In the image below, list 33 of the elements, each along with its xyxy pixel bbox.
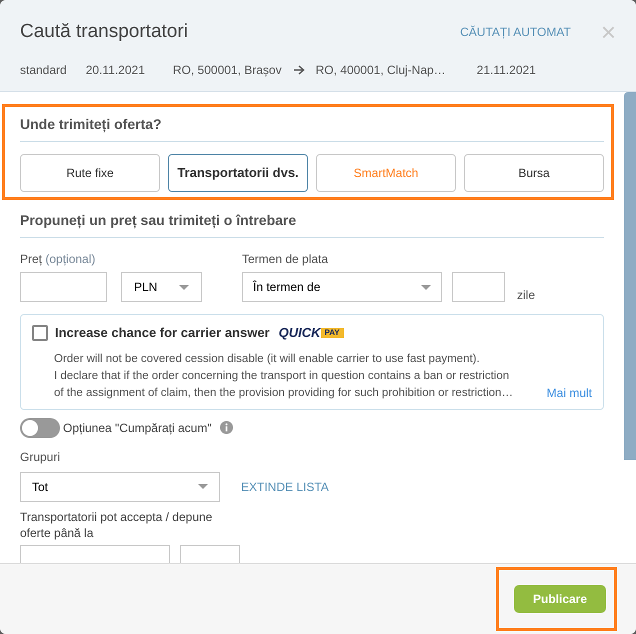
price-label: Preț (opțional) [20,251,96,268]
info-icon [220,421,233,434]
toggle-label: Opțiunea "Cumpărați acum" [63,420,212,436]
scrollbar[interactable] [624,92,636,460]
pickup-date: 20.11.2021 [86,62,145,78]
shipment-type: standard [20,62,67,78]
section-heading: Propuneți un preț sau trimiteți o întrebare [20,210,604,238]
currency-select[interactable]: PLN [121,272,202,302]
destination-tab[interactable]: Transportatorii dvs. [168,154,308,192]
payment-term-label: Termen de plata [242,251,330,268]
days-field[interactable] [452,272,505,302]
destination-address: RO, 400001, Cluj-Nap… [316,62,446,78]
checkbox[interactable] [32,324,48,341]
quickpay-logo: QUICK PAY [278,323,344,342]
price-field[interactable] [20,272,107,302]
arrow-right-icon [292,64,305,74]
deadline-label: Transportatorii pot accepta / depune oferte până la [20,508,214,540]
caret-icon [198,484,208,489]
destination-tab[interactable]: Rute fixe [20,154,160,192]
caret-icon [421,284,431,290]
toggle-switch[interactable] [20,418,60,438]
groups-label: Grupuri [20,448,62,466]
checkbox-label: Increase chance for carrier answer [55,324,270,342]
delivery-date: 21.11.2021 [476,62,536,78]
section-heading: Unde trimiteți oferta? [20,114,604,142]
caret-icon [179,284,189,290]
payment-term-select[interactable]: În termen de [242,272,442,302]
dialog-title: Caută transportatori [20,20,188,44]
destination-tab[interactable]: Bursa [464,154,604,192]
quickpay-description: Order will not be covered cession disable (it will enable carrier to use fast payment). I declare that if the order concerning the transport in question contains a ban or restriction of the assignment of claim, then the provision providing for such prohibition or restriction… [54,352,514,400]
days-unit: zile [517,287,536,304]
groups-select[interactable]: Tot [20,472,220,502]
origin-address: RO, 500001, Brașov [172,62,282,78]
